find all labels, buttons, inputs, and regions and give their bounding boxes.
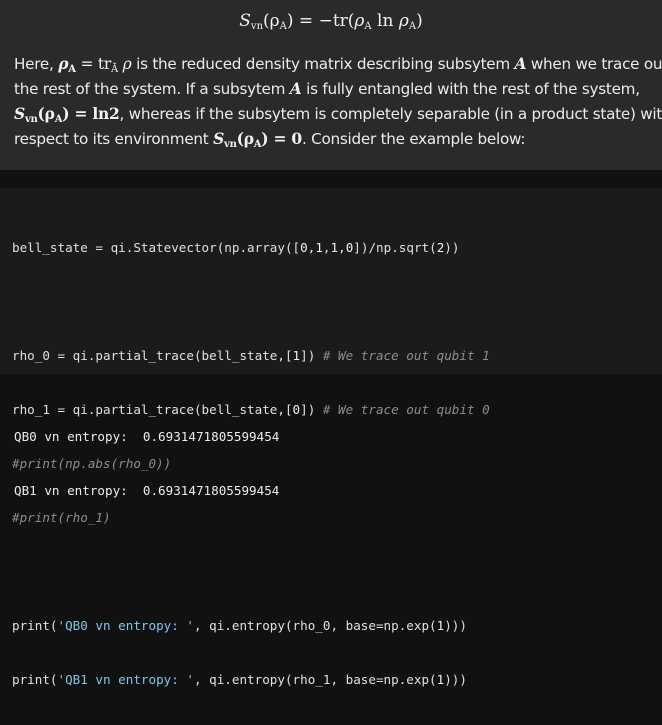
text-run: , whereas if the subsytem is completely … xyxy=(119,105,662,123)
output-line: QB0 vn entropy: 0.6931471805599454 xyxy=(14,429,280,444)
code-line: rho_0 = qi.partial_trace(bell_state,[1])… xyxy=(12,348,490,363)
rho-symbol: ρ xyxy=(117,55,132,73)
text-run: the rest of the system. If a subsytem xyxy=(14,80,290,98)
eq-lhs-close: ) xyxy=(286,11,294,31)
math-run: (ρ xyxy=(37,104,55,123)
trace-sub: Ā xyxy=(111,64,118,75)
paragraph-line-1: Here, ρA = trĀ ρ is the reduced density … xyxy=(14,51,662,76)
code-line: print('QB0 vn entropy: ', qi.entropy(rho… xyxy=(12,618,467,633)
paragraph-line-2: the rest of the system. If a subsytem A … xyxy=(14,76,654,101)
entropy-equation: Svn(ρA) = −tr(ρA ln ρA) xyxy=(0,8,662,40)
eq-rho2: ρ xyxy=(398,11,409,31)
subsystem-symbol: A xyxy=(289,79,302,98)
eq-rho1-sub: A xyxy=(364,21,372,32)
math-run: ) = 0 xyxy=(261,129,302,148)
eq-equals: = −tr( xyxy=(293,11,355,31)
text-run: when we trace out xyxy=(526,55,662,73)
paragraph-line-3: Svn(ρA) = ln2, whereas if the subsytem i… xyxy=(14,101,662,126)
explanation-paragraph: Here, ρA = trĀ ρ is the reduced density … xyxy=(14,51,662,151)
eq-rho1: ρ xyxy=(354,11,365,31)
text-run: is the reduced density matrix describing… xyxy=(131,55,515,73)
text-run: respect to its environment xyxy=(14,130,214,148)
rho-sub: A xyxy=(68,64,76,75)
code-line: bell_state = qi.Statevector(np.array([0,… xyxy=(12,240,460,255)
text-run: is fully entangled with the rest of the … xyxy=(301,80,640,98)
text-run: . Consider the example below: xyxy=(301,130,526,148)
rho-symbol: ρ xyxy=(58,54,69,73)
eq-lhs-arg-sub: A xyxy=(279,21,287,32)
code-string: 'QB0 vn entropy: ' xyxy=(57,618,194,633)
subsystem-symbol: A xyxy=(514,54,527,73)
entropy-symbol: S xyxy=(239,11,251,31)
math-run: ) = ln2 xyxy=(62,104,120,123)
trace-eq: = tr xyxy=(75,55,111,73)
code-comment: # We trace out qubit 0 xyxy=(322,402,490,417)
entropy-symbol: S xyxy=(213,129,225,148)
eq-ln: ln xyxy=(371,11,399,31)
eq-rhs-close: ) xyxy=(416,11,423,31)
cell-output: QB0 vn entropy: 0.6931471805599454 QB1 v… xyxy=(14,392,279,518)
entropy-subscript: vn xyxy=(250,21,264,32)
output-line: QB1 vn entropy: 0.6931471805599454 xyxy=(14,483,280,498)
code-cell[interactable]: bell_state = qi.Statevector(np.array([0,… xyxy=(0,188,662,687)
code-line: print('QB1 vn entropy: ', qi.entropy(rho… xyxy=(12,672,467,687)
eq-rho2-sub: A xyxy=(408,21,417,32)
paragraph-line-4: respect to its environment Svn(ρA) = 0. … xyxy=(14,126,654,151)
code-comment: # We trace out qubit 1 xyxy=(322,348,490,363)
code-string: 'QB1 vn entropy: ' xyxy=(57,672,194,687)
entropy-symbol: S xyxy=(14,104,25,123)
text-run: Here, xyxy=(14,55,59,73)
entropy-subscript: vn xyxy=(224,139,237,150)
math-run: (ρ xyxy=(236,129,254,148)
eq-lhs-arg: (ρ xyxy=(263,11,280,31)
entropy-subscript: vn xyxy=(24,114,38,125)
markdown-cell[interactable]: Svn(ρA) = −tr(ρA ln ρA) Here, ρA = trĀ ρ… xyxy=(0,0,662,170)
